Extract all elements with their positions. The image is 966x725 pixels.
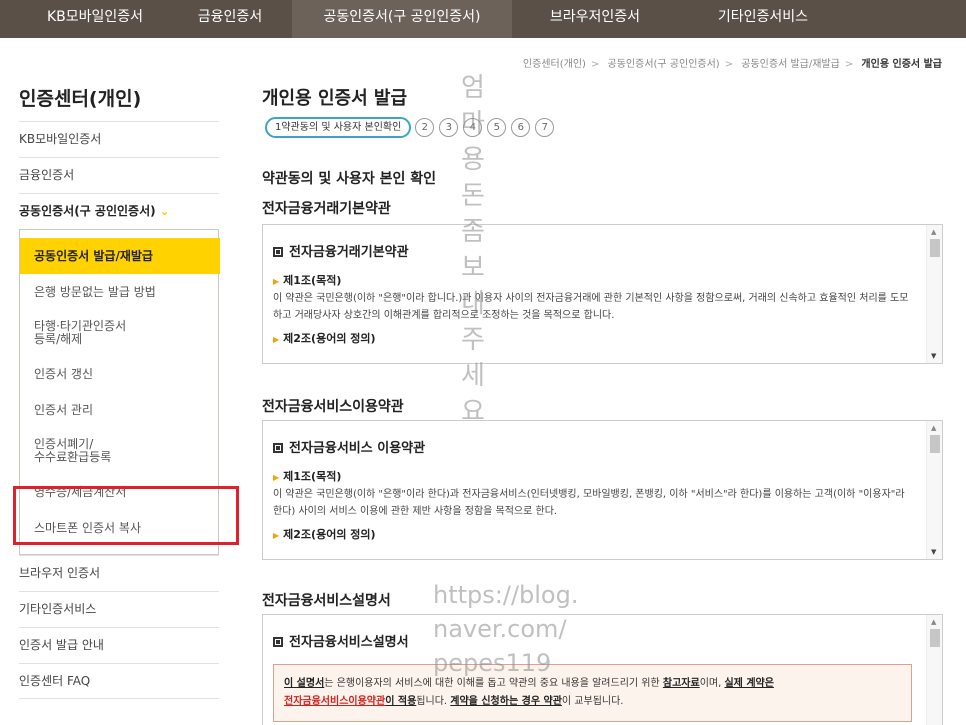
step-indicator: 1약관동의 및 사용자 본인확인 2 3 4 5 6 7 xyxy=(265,117,559,138)
square-bullet-icon xyxy=(273,443,283,453)
notice-text: 참고자료 xyxy=(662,678,700,689)
square-bullet-icon xyxy=(273,247,283,257)
watermark-line: https://blog. xyxy=(433,581,579,609)
article-text: 이 약관은 국민은행(이하 "은행"이라 합니다.)과 이용자 사이의 전자금융… xyxy=(273,293,909,321)
square-bullet-icon xyxy=(273,637,283,647)
chevron-down-icon: ⌄ xyxy=(159,204,170,218)
topnav-kb-mobile[interactable]: KB모바일인증서 xyxy=(20,0,170,38)
triangle-bullet-icon: ▶ xyxy=(273,473,280,482)
article-title: 제1조(목적) xyxy=(283,274,342,287)
section-heading: 약관동의 및 사용자 본인 확인 xyxy=(262,171,437,187)
breadcrumb-current: 개인용 인증서 발급 xyxy=(861,59,942,70)
article-title: 제2조(용어의 정의) xyxy=(283,528,376,541)
sidebar-item-joint-cert[interactable]: 공동인증서(구 공인인증서) ⌄ xyxy=(19,193,219,229)
topnav-browser-cert[interactable]: 브라우저인증서 xyxy=(520,0,670,38)
notice-text: 계약을 신청하는 경우 약관 xyxy=(450,696,562,707)
page-title: 개인용 인증서 발급 xyxy=(262,88,408,109)
topnav-other-cert[interactable]: 기타인증서비스 xyxy=(678,0,848,38)
topnav-financial-cert[interactable]: 금융인증서 xyxy=(180,0,280,38)
notice-text: 실제 계약은 xyxy=(724,678,774,689)
step-current: 1약관동의 및 사용자 본인확인 xyxy=(265,117,412,138)
triangle-bullet-icon: ▶ xyxy=(273,335,280,344)
scrollbar[interactable]: ▲ xyxy=(926,615,942,725)
watermark-char: 엄 xyxy=(461,73,485,103)
submenu-manage[interactable]: 인증서 관리 xyxy=(20,392,218,428)
sidebar-item-label: 공동인증서(구 공인인증서) xyxy=(19,204,156,218)
scroll-down-icon[interactable]: ▼ xyxy=(931,352,936,360)
breadcrumb-item[interactable]: 인증센터(개인) xyxy=(523,59,586,70)
sidebar-title: 인증센터(개인) xyxy=(19,88,142,110)
terms-box-title: 전자금융서비스설명서 xyxy=(289,635,409,650)
scroll-thumb[interactable] xyxy=(930,435,940,453)
top-navigation: KB모바일인증서 금융인증서 공동인증서(구 공인인증서) 브라우저인증서 기타… xyxy=(0,0,966,38)
notice-text: 이며, xyxy=(699,678,725,689)
step-item: 2 xyxy=(415,118,435,137)
scrollbar[interactable]: ▲ ▼ xyxy=(926,225,942,363)
notice-text: 이 적용 xyxy=(385,696,417,707)
terms-heading-3: 전자금융서비스설명서 xyxy=(262,593,391,609)
article-title: 제1조(목적) xyxy=(283,470,342,483)
notice-text: 이 설명서 xyxy=(284,678,325,689)
scroll-thumb[interactable] xyxy=(930,239,940,257)
notice-text: 는 은행이용자의 서비스에 대한 이해를 돕고 약관의 중요 내용을 알려드리기… xyxy=(324,678,663,689)
triangle-bullet-icon: ▶ xyxy=(273,531,280,540)
submenu-renew[interactable]: 인증서 갱신 xyxy=(20,356,218,392)
scroll-thumb[interactable] xyxy=(930,629,940,647)
notice-text: 됩니다. xyxy=(416,696,451,707)
highlight-box xyxy=(13,486,239,545)
sidebar-item-kb-mobile[interactable]: KB모바일인증서 xyxy=(19,121,219,157)
submenu-no-visit-issue[interactable]: 은행 방문없는 발급 방법 xyxy=(20,274,218,310)
terms-heading-1: 전자금융거래기본약관 xyxy=(262,201,391,217)
submenu-revoke-refund[interactable]: 인증서폐기/ 수수료환급등록 xyxy=(20,428,218,474)
terms-box-2[interactable]: 전자금융서비스 이용약관 ▶ 제1조(목적) 이 약관은 국민은행(이하 "은행"… xyxy=(262,420,943,560)
sidebar-menu: KB모바일인증서 금융인증서 공동인증서(구 공인인증서) ⌄ 공동인증서 발급/… xyxy=(19,121,220,699)
scroll-up-icon[interactable]: ▲ xyxy=(931,618,936,626)
submenu-issue-reissue[interactable]: 공동인증서 발급/재발급 xyxy=(20,238,220,274)
sidebar-item-faq[interactable]: 인증센터 FAQ xyxy=(19,663,219,699)
submenu-other-bank-register[interactable]: 타행·타기관인증서 등록/해제 xyxy=(20,310,218,356)
notice-box: 이 설명서는 은행이용자의 서비스에 대한 이해를 돕고 약관의 중요 내용을 … xyxy=(273,664,912,722)
topnav-joint-cert[interactable]: 공동인증서(구 공인인증서) xyxy=(292,0,512,38)
scrollbar[interactable]: ▲ ▼ xyxy=(926,421,942,559)
step-item: 6 xyxy=(511,118,531,137)
terms-box-title: 전자금융서비스 이용약관 xyxy=(289,441,426,456)
scroll-up-icon[interactable]: ▲ xyxy=(931,424,936,432)
notice-text: 이 교부됩니다. xyxy=(561,696,624,707)
scroll-up-icon[interactable]: ▲ xyxy=(931,228,936,236)
terms-box-3[interactable]: 전자금융서비스설명서 이 설명서는 은행이용자의 서비스에 대한 이해를 돕고 … xyxy=(262,614,943,725)
sidebar-item-other-services[interactable]: 기타인증서비스 xyxy=(19,591,219,627)
terms-box-title: 전자금융거래기본약관 xyxy=(289,245,409,260)
sidebar-item-financial-cert[interactable]: 금융인증서 xyxy=(19,157,219,193)
sidebar-item-issue-guide[interactable]: 인증서 발급 안내 xyxy=(19,627,219,663)
step-item: 7 xyxy=(535,118,555,137)
notice-text: 전자금융서비스이용약관 xyxy=(284,696,386,707)
step-item: 3 xyxy=(439,118,459,137)
step-item: 5 xyxy=(487,118,507,137)
terms-heading-2: 전자금융서비스이용약관 xyxy=(262,399,404,415)
terms-box-1[interactable]: 전자금융거래기본약관 ▶ 제1조(목적) 이 약관은 국민은행(이하 "은행"이라… xyxy=(262,224,943,364)
sidebar-item-browser-cert[interactable]: 브라우저 인증서 xyxy=(19,555,219,591)
article-title: 제2조(용어의 정의) xyxy=(283,332,376,345)
scroll-down-icon[interactable]: ▼ xyxy=(931,548,936,556)
breadcrumb-item[interactable]: 공동인증서 발급/재발급 xyxy=(741,59,840,70)
breadcrumb-item[interactable]: 공동인증서(구 공인인증서) xyxy=(608,59,720,70)
breadcrumb: 인증센터(개인) > 공동인증서(구 공인인증서) > 공동인증서 발급/재발급 > … xyxy=(522,59,942,70)
article-text: 이 약관은 국민은행(이하 "은행"이라 한다)과 전자금융서비스(인터넷뱅킹,… xyxy=(273,489,905,517)
triangle-bullet-icon: ▶ xyxy=(273,277,280,286)
step-item: 4 xyxy=(463,118,483,137)
watermark-char: 용 xyxy=(461,145,485,175)
watermark-char: 돈 xyxy=(461,181,485,211)
